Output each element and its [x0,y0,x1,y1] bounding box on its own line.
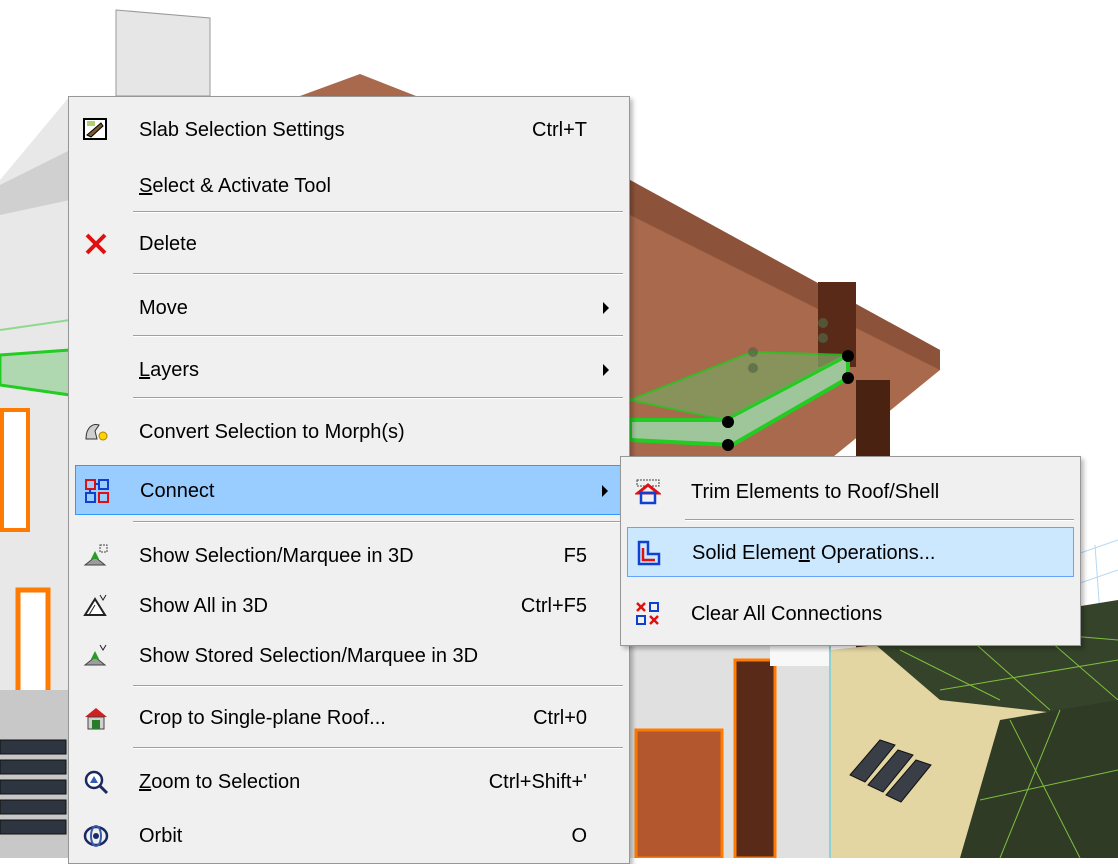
menu-separator [685,519,1074,521]
menu-item-label: Solid Element Operations... [692,542,936,564]
menu-item-label: Show All in 3D [139,595,268,617]
menu-item-label: Move [139,297,188,319]
menu-item-label: Select & Activate Tool [139,175,331,197]
submenu-arrow-icon [602,485,608,497]
show-all-3d-icon [83,594,107,616]
menu-item-label: Show Selection/Marquee in 3D [139,545,414,567]
submenu-arrow-icon [603,302,609,314]
trim-roof-icon [635,479,661,505]
menu-item-shortcut: Ctrl+F5 [520,595,587,617]
menu-item-show-stored-selection-3d[interactable]: Show Stored Selection/Marquee in 3D [75,631,623,681]
menu-item-delete[interactable]: Delete [75,219,623,269]
menu-separator [133,211,623,213]
menu-item-slab-selection-settings[interactable]: Slab Selection Settings Ctrl+T [75,105,623,155]
menu-item-clear-all-connections[interactable]: Clear All Connections [627,589,1074,639]
menu-item-trim-elements-to-roof[interactable]: Trim Elements to Roof/Shell [627,467,1074,517]
menu-item-move[interactable]: Move [75,283,623,333]
crop-roof-icon [85,708,107,730]
clear-connections-icon [636,602,659,625]
menu-separator [133,397,623,399]
menu-item-layers[interactable]: Layers [75,345,623,395]
menu-item-shortcut: Ctrl+0 [533,707,587,729]
connect-submenu: Trim Elements to Roof/Shell Solid Elemen… [620,456,1081,646]
menu-item-orbit[interactable]: Orbit O [75,811,623,861]
menu-item-zoom-to-selection[interactable]: Zoom to Selection Ctrl+Shift+' [75,757,623,807]
menu-item-label: Show Stored Selection/Marquee in 3D [139,645,479,667]
menu-item-label: Delete [139,233,197,255]
menu-item-solid-element-operations[interactable]: Solid Element Operations... [627,527,1074,577]
menu-item-label: Orbit [139,825,183,847]
slab-settings-icon [83,118,107,140]
menu-item-label: Connect [140,480,215,502]
menu-item-crop-single-plane-roof[interactable]: Crop to Single-plane Roof... Ctrl+0 [75,693,623,743]
menu-item-label: Trim Elements to Roof/Shell [691,481,940,503]
menu-item-connect[interactable]: Connect [75,465,623,515]
menu-item-shortcut: Ctrl+T [532,119,587,141]
window-left [0,408,30,532]
connect-icon [85,479,109,503]
menu-separator [133,747,623,749]
stored-selection-3d-icon [83,644,107,666]
submenu-arrow-icon [603,364,609,376]
zoom-selection-icon [84,770,109,795]
stairs-left [0,739,67,835]
menu-item-show-all-3d[interactable]: Show All in 3D Ctrl+F5 [75,581,623,631]
menu-item-shortcut: O [571,825,587,847]
chimney [115,9,211,97]
menu-separator [133,335,623,337]
solid-operations-icon [637,540,661,566]
morph-icon [85,424,108,441]
menu-separator [133,521,623,523]
menu-item-label: Zoom to Selection [139,771,301,793]
orbit-icon [83,825,109,847]
menu-separator [133,273,623,275]
menu-item-select-activate-tool[interactable]: Select & Activate Tool [75,161,623,211]
context-menu: Slab Selection Settings Ctrl+T Select & … [68,96,630,864]
delete-x-icon [85,233,107,255]
menu-item-show-selection-3d[interactable]: Show Selection/Marquee in 3D F5 [75,531,623,581]
menu-item-shortcut: Ctrl+Shift+' [488,771,587,793]
show-selection-3d-icon [83,544,108,566]
menu-item-label: Slab Selection Settings [139,119,345,141]
menu-item-label: Layers [139,359,200,381]
menu-item-label: Crop to Single-plane Roof... [139,707,386,729]
menu-separator [133,685,623,687]
menu-item-label: Clear All Connections [691,603,883,625]
menu-item-convert-to-morph[interactable]: Convert Selection to Morph(s) [75,407,623,457]
menu-item-shortcut: F5 [563,545,587,567]
menu-item-label: Convert Selection to Morph(s) [139,421,405,443]
